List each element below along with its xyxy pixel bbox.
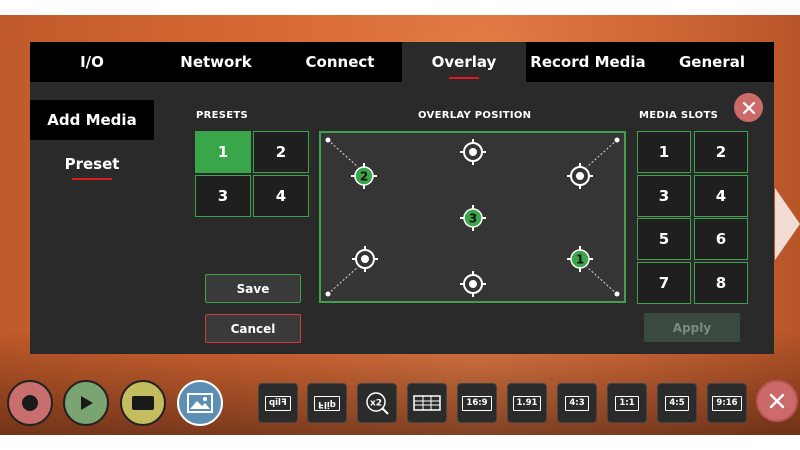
- overlay-position-grid[interactable]: 2 3 1: [319, 131, 626, 303]
- sidebar-item-add-media[interactable]: Add Media: [30, 100, 154, 140]
- monitor-icon: [132, 396, 154, 410]
- aspect-16-9-label: 16:9: [462, 395, 492, 411]
- close-icon: [742, 101, 755, 114]
- record-button[interactable]: [7, 380, 53, 426]
- aspect-1-91-label: 1.91: [512, 395, 542, 411]
- aspect-4-3-button[interactable]: 4:3: [557, 383, 597, 423]
- flip-vertical-button[interactable]: Flip: [307, 383, 347, 423]
- preset-button-4[interactable]: 4: [253, 175, 309, 217]
- corner-dot-bottom-right: [614, 291, 620, 297]
- save-button[interactable]: Save: [205, 274, 301, 303]
- monitor-button[interactable]: [120, 380, 166, 426]
- corner-dot-top-right: [614, 137, 620, 143]
- close-button[interactable]: [734, 93, 763, 122]
- media-slot-7[interactable]: 7: [637, 262, 691, 304]
- position-marker-2[interactable]: 2: [351, 163, 377, 189]
- overlay-position-label: OVERLAY POSITION: [418, 110, 532, 121]
- zoom-label: x2: [370, 399, 382, 409]
- aspect-16-9-button[interactable]: 16:9: [457, 383, 497, 423]
- apply-button[interactable]: Apply: [644, 313, 740, 342]
- position-marker-3[interactable]: 3: [460, 205, 486, 231]
- media-slot-5[interactable]: 5: [637, 218, 691, 260]
- close-toolbar-button[interactable]: [756, 380, 798, 422]
- media-slot-3[interactable]: 3: [637, 175, 691, 217]
- corner-dot-top-left: [325, 137, 331, 143]
- aspect-4-5-button[interactable]: 4:5: [657, 383, 697, 423]
- corner-dot-bottom-left: [325, 291, 331, 297]
- target-icon-bottom-center[interactable]: [460, 271, 486, 297]
- play-icon: [81, 396, 93, 410]
- grid-lines-button[interactable]: [407, 383, 447, 423]
- aspect-1-1-label: 1:1: [615, 395, 639, 411]
- position-marker-1[interactable]: 1: [567, 246, 593, 272]
- flip-horizontal-label: Flip: [269, 397, 287, 408]
- bottom-toolbar: Flip Flip x2 16:9 1.91 4:3 1:1 4:5 9:16: [0, 378, 800, 428]
- play-button[interactable]: [63, 380, 109, 426]
- flip-vertical-label: Flip: [318, 398, 336, 409]
- sidebar: Add Media Preset: [30, 100, 154, 184]
- preset-button-3[interactable]: 3: [195, 175, 251, 217]
- aspect-1-91-button[interactable]: 1.91: [507, 383, 547, 423]
- tab-general[interactable]: General: [650, 42, 774, 82]
- position-marker-3-label: 3: [469, 212, 477, 226]
- tab-bar: I/O Network Connect Overlay Record Media…: [30, 42, 774, 82]
- presets-label: PRESETS: [196, 110, 249, 121]
- target-icon-top-center[interactable]: [460, 139, 486, 165]
- media-slots-label: MEDIA SLOTS: [639, 110, 719, 121]
- image-overlay-button[interactable]: [177, 380, 223, 426]
- tab-overlay[interactable]: Overlay: [402, 42, 526, 82]
- position-marker-1-label: 1: [576, 253, 584, 267]
- grid-icon: [413, 395, 441, 411]
- media-slot-4[interactable]: 4: [694, 175, 748, 217]
- close-icon: [769, 393, 785, 409]
- media-slot-8[interactable]: 8: [694, 262, 748, 304]
- media-slot-6[interactable]: 6: [694, 218, 748, 260]
- tab-network[interactable]: Network: [154, 42, 278, 82]
- zoom-button[interactable]: x2: [357, 383, 397, 423]
- tab-connect[interactable]: Connect: [278, 42, 402, 82]
- aspect-4-5-label: 4:5: [665, 395, 689, 411]
- target-icon-top-right[interactable]: [567, 163, 593, 189]
- aspect-9-16-button[interactable]: 9:16: [707, 383, 747, 423]
- preset-button-2[interactable]: 2: [253, 131, 309, 173]
- position-marker-2-label: 2: [360, 170, 368, 184]
- overlay-position-canvas: 2 3 1: [325, 137, 620, 297]
- media-slot-1[interactable]: 1: [637, 131, 691, 173]
- sidebar-item-preset[interactable]: Preset: [30, 144, 154, 184]
- cancel-button[interactable]: Cancel: [205, 314, 301, 343]
- aspect-1-1-button[interactable]: 1:1: [607, 383, 647, 423]
- zoom-icon: x2: [366, 392, 389, 415]
- tab-io[interactable]: I/O: [30, 42, 154, 82]
- aspect-9-16-label: 9:16: [712, 395, 742, 411]
- media-slot-2[interactable]: 2: [694, 131, 748, 173]
- flip-horizontal-button[interactable]: Flip: [258, 383, 298, 423]
- tab-record-media[interactable]: Record Media: [526, 42, 650, 82]
- target-icon-bottom-left[interactable]: [352, 246, 378, 272]
- aspect-4-3-label: 4:3: [565, 395, 589, 411]
- flip-horizontal-icon: Flip: [265, 395, 291, 411]
- flip-vertical-icon: Flip: [314, 395, 340, 411]
- record-icon: [22, 395, 38, 411]
- preset-button-1[interactable]: 1: [195, 131, 251, 173]
- image-icon: [187, 393, 213, 413]
